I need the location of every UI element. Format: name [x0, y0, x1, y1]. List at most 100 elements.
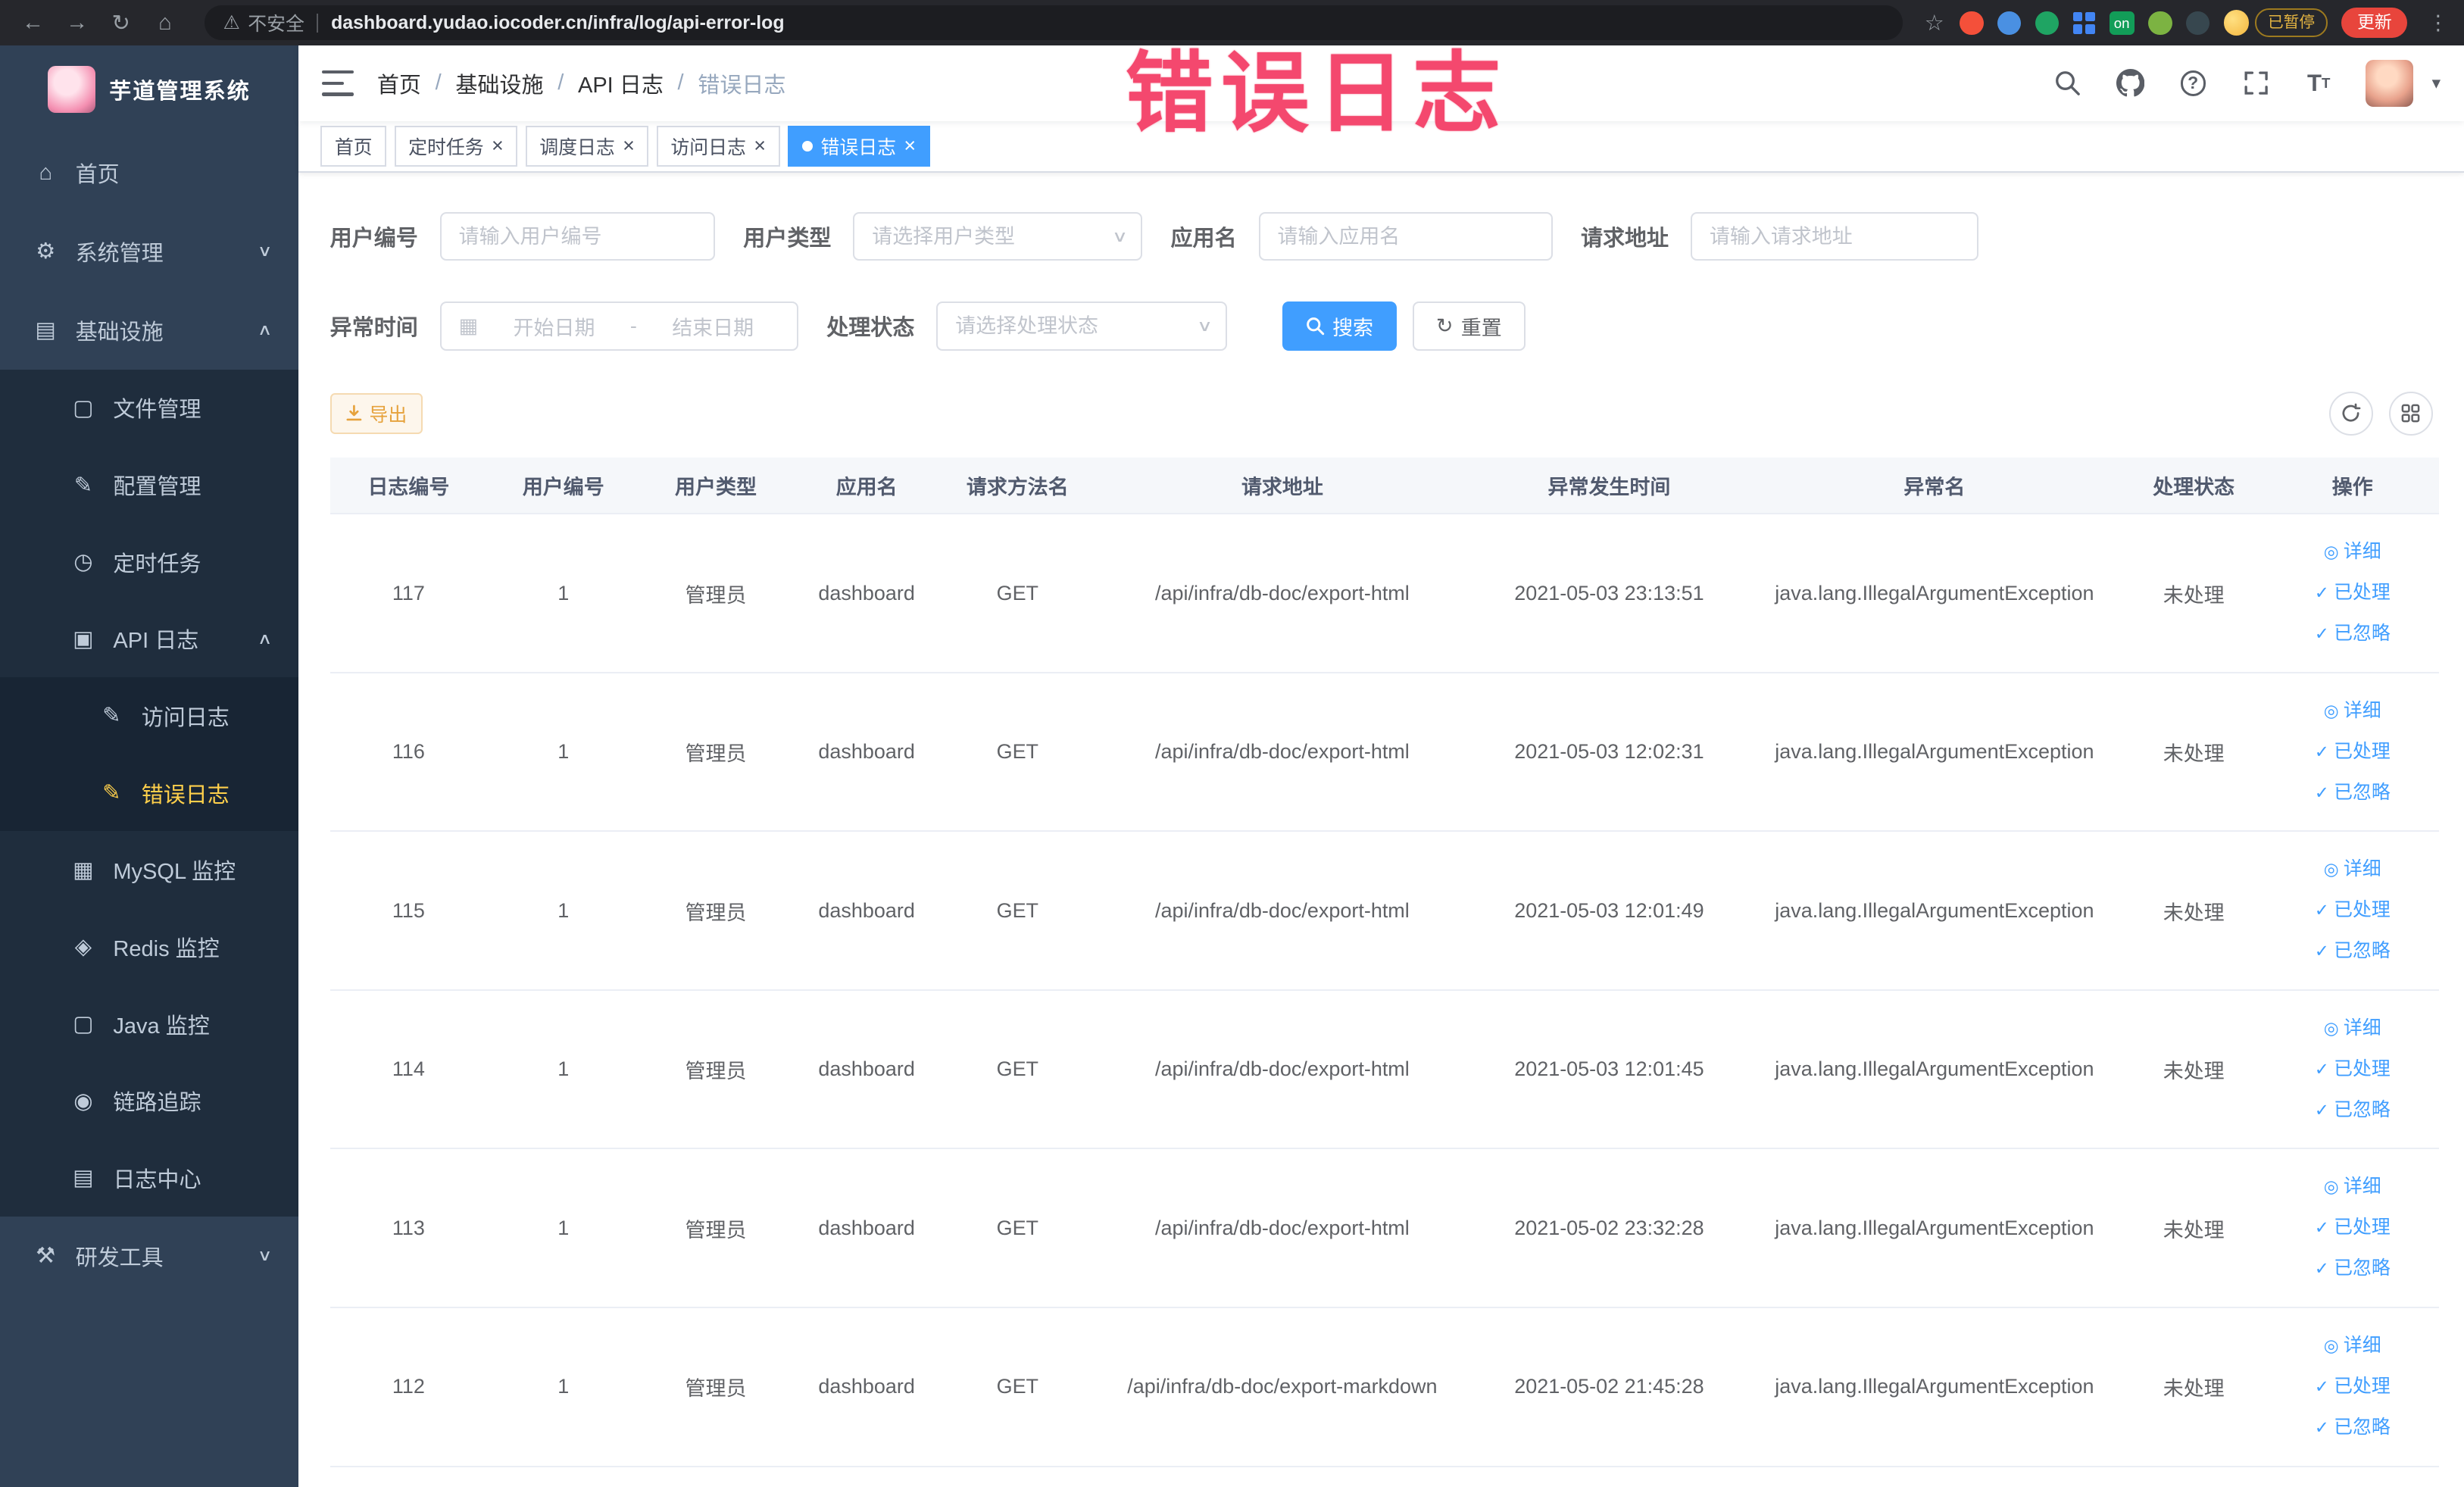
sidebar-item-system[interactable]: ⚙ 系统管理 ∨ [0, 212, 298, 291]
column-header: 请求方法名 [941, 457, 1094, 515]
tab-访问日志[interactable]: 访问日志 × [656, 125, 780, 167]
sidebar-item-api-log[interactable]: ▣ API 日志 ∧ [0, 600, 299, 678]
security-label[interactable]: 不安全 [248, 9, 304, 36]
refresh-table-button[interactable] [2328, 391, 2373, 436]
app-name-input[interactable] [1277, 224, 1534, 248]
detail-link[interactable]: ◎ 详细 [2272, 532, 2433, 573]
request-url-input[interactable] [1709, 224, 1960, 248]
processed-link[interactable]: ✓ 已处理 [2272, 1367, 2433, 1407]
reset-button[interactable]: ↻ 重置 [1412, 301, 1526, 351]
extension-leaf-icon[interactable] [2148, 11, 2172, 35]
processed-link[interactable]: ✓ 已处理 [2272, 1049, 2433, 1090]
browser-home-icon[interactable]: ⌂ [148, 11, 183, 36]
detail-link[interactable]: ◎ 详细 [2272, 1008, 2433, 1049]
search-icon[interactable] [2052, 67, 2083, 98]
close-icon[interactable]: × [904, 136, 916, 156]
close-icon[interactable]: × [754, 136, 766, 156]
sidebar-item-file[interactable]: ▢ 文件管理 [0, 369, 299, 447]
sidebar-item-infra[interactable]: ▤ 基础设施 ∧ [0, 291, 298, 370]
detail-link[interactable]: ◎ 详细 [2272, 691, 2433, 732]
tab-首页[interactable]: 首页 [320, 125, 387, 167]
processed-link[interactable]: ✓ 已处理 [2272, 732, 2433, 773]
extension-on-badge[interactable]: on [2109, 11, 2135, 35]
back-icon[interactable]: ← [16, 11, 51, 36]
github-icon[interactable] [2115, 67, 2146, 98]
extension-blue-drop-icon[interactable] [1997, 11, 2022, 35]
hamburger-icon[interactable] [322, 70, 354, 96]
sidebar-item-log-center[interactable]: ▤ 日志中心 [0, 1139, 299, 1217]
check-icon: ✓ [2314, 941, 2329, 961]
extension-green-icon[interactable] [2035, 11, 2060, 35]
bookmark-star-icon[interactable]: ☆ [1925, 10, 1944, 36]
sidebar-item-java[interactable]: ▢ Java 监控 [0, 985, 299, 1063]
sidebar-item-dev-tools[interactable]: ⚒ 研发工具 ∨ [0, 1217, 298, 1295]
breadcrumb-item[interactable]: API 日志 [578, 67, 664, 99]
tab-定时任务[interactable]: 定时任务 × [394, 125, 518, 167]
sidebar-item-trace[interactable]: ◉ 链路追踪 [0, 1062, 299, 1140]
search-button[interactable]: 搜索 [1282, 301, 1398, 351]
ignored-link[interactable]: ✓ 已忽略 [2272, 773, 2433, 814]
export-button[interactable]: 导出 [329, 392, 423, 434]
monitor-icon: ▢ [73, 1012, 94, 1037]
tab-label: 错误日志 [820, 136, 896, 158]
close-icon[interactable]: × [492, 136, 504, 156]
detail-link[interactable]: ◎ 详细 [2272, 849, 2433, 890]
extension-grid-icon[interactable] [2072, 11, 2095, 34]
profile-chip[interactable]: 已暂停 [2223, 8, 2328, 37]
active-dot-icon [801, 140, 814, 152]
sidebar-item-job[interactable]: ◷ 定时任务 [0, 523, 299, 601]
font-size-icon[interactable]: TT [2303, 67, 2334, 98]
sidebar-item-access-log[interactable]: ✎ 访问日志 [0, 677, 299, 754]
processed-link[interactable]: ✓ 已处理 [2272, 890, 2433, 931]
extension-red-icon[interactable] [1960, 11, 1984, 35]
processed-link[interactable]: ✓ 已处理 [2272, 1207, 2433, 1248]
ignored-link[interactable]: ✓ 已忽略 [2272, 931, 2433, 972]
sidebar-item-redis[interactable]: ◈ Redis 监控 [0, 908, 299, 986]
reload-icon[interactable]: ↻ [104, 10, 139, 36]
ignored-link[interactable]: ✓ 已忽略 [2272, 1248, 2433, 1289]
process-status-select[interactable] [955, 314, 1188, 338]
sidebar-item-home[interactable]: ⌂ 首页 [0, 133, 298, 212]
breadcrumb-item: 错误日志 [698, 73, 786, 98]
address-bar[interactable]: ⚠ 不安全 dashboard.yudao.iocoder.cn/infra/l… [204, 5, 1903, 40]
cell-id: 114 [329, 989, 488, 1150]
cell-exception: java.lang.IllegalArgumentException [1747, 831, 2122, 991]
breadcrumb-item[interactable]: 首页 [377, 67, 421, 99]
ignored-link[interactable]: ✓ 已忽略 [2272, 1407, 2433, 1448]
column-header: 用户类型 [639, 457, 792, 515]
fullscreen-icon[interactable] [2241, 67, 2272, 98]
column-settings-button[interactable] [2388, 391, 2433, 436]
cell-method: GET [941, 514, 1094, 673]
ignored-link[interactable]: ✓ 已忽略 [2272, 1090, 2433, 1131]
update-button[interactable]: 更新 [2341, 8, 2408, 38]
close-icon[interactable]: × [623, 136, 635, 156]
avatar[interactable] [2366, 59, 2413, 108]
forward-icon[interactable]: → [60, 11, 95, 36]
date-range-picker[interactable]: ▦ 开始日期 - 结束日期 [439, 301, 798, 351]
table-row: 112 1 管理员 dashboard GET/api/infra/db-doc/exp… [329, 1307, 2439, 1467]
url-text[interactable]: dashboard.yudao.iocoder.cn/infra/log/api… [331, 12, 784, 34]
cell-method: GET [941, 989, 1094, 1150]
sidebar-item-error-log[interactable]: ✎ 错误日志 [0, 754, 299, 832]
caret-down-icon[interactable]: ▾ [2432, 73, 2441, 93]
table-row: 113 1 管理员 dashboard GET/api/infra/db-doc/exp… [329, 1148, 2439, 1308]
ignored-link[interactable]: ✓ 已忽略 [2272, 614, 2433, 654]
tab-错误日志[interactable]: 错误日志 × [787, 125, 930, 167]
extension-paw-icon[interactable] [2186, 11, 2210, 35]
tab-调度日志[interactable]: 调度日志 × [525, 125, 649, 167]
sidebar-item-mysql[interactable]: ▦ MySQL 监控 [0, 831, 299, 909]
help-icon[interactable]: ? [2178, 67, 2209, 98]
cell-actions: ◎ 详细 ✓ 已处理 ✓ 已忽略 [2266, 514, 2439, 673]
user-type-select[interactable] [872, 224, 1103, 248]
detail-link[interactable]: ◎ 详细 [2272, 1167, 2433, 1207]
user-id-input[interactable] [458, 224, 697, 248]
breadcrumb-item[interactable]: 基础设施 [455, 67, 543, 99]
processed-link[interactable]: ✓ 已处理 [2272, 573, 2433, 614]
paused-badge: 已暂停 [2255, 8, 2328, 37]
cell-app: dashboard [792, 989, 942, 1150]
logo[interactable]: 芋道管理系统 [0, 45, 298, 133]
browser-menu-icon[interactable]: ⋮ [2428, 11, 2448, 35]
sidebar-item-config[interactable]: ✎ 配置管理 [0, 446, 299, 523]
detail-link[interactable]: ◎ 详细 [2272, 1326, 2433, 1367]
cell-user-id: 1 [487, 1307, 640, 1467]
